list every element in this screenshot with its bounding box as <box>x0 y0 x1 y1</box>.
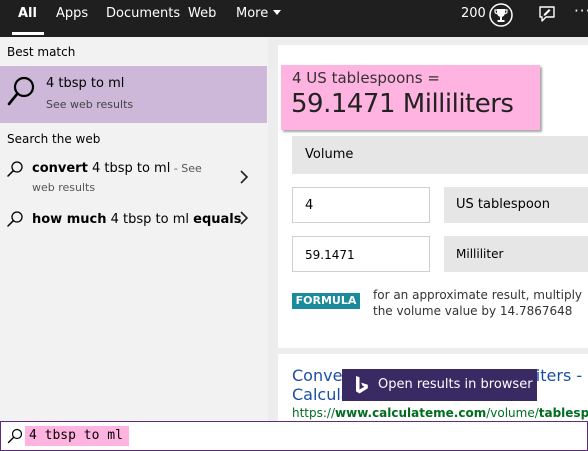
tab-web[interactable]: Web <box>188 0 216 37</box>
more-options-icon[interactable]: ··· <box>574 0 588 23</box>
chevron-right-icon[interactable] <box>239 211 249 225</box>
web-suggestion-item[interactable]: convert 4 tbsp to ml - See web results <box>0 158 267 198</box>
tab-documents[interactable]: Documents <box>106 0 180 37</box>
search-top-bar: All Apps Documents Web More 200 ··· <box>0 0 588 37</box>
to-value-input[interactable]: 59.1471 <box>292 236 430 272</box>
url-domain: www.calculateme.com <box>335 406 487 420</box>
best-match-item[interactable]: 4 tbsp to ml See web results <box>0 66 267 123</box>
best-match-subtitle: See web results <box>46 98 134 111</box>
suggestion-query-part: 4 tbsp to ml <box>87 161 171 176</box>
suggestion-bold-part: equals <box>193 212 242 227</box>
feedback-icon[interactable] <box>537 4 557 24</box>
url-path: /volume/ <box>486 406 539 420</box>
search-input[interactable]: 4 tbsp to ml <box>25 426 129 446</box>
search-icon <box>7 428 23 444</box>
formula-badge: FORMULA <box>292 293 360 309</box>
from-unit-dropdown[interactable]: US tablespoon <box>444 187 588 223</box>
best-match-title: 4 tbsp to ml <box>46 76 125 91</box>
search-icon <box>7 76 35 106</box>
trophy-icon[interactable] <box>489 3 513 27</box>
tab-more-label: More <box>236 6 269 21</box>
open-results-in-browser-button[interactable]: Open results in browser <box>342 369 537 401</box>
unit-converter-card: 4 US tablespoons = 59.1471 Milliliters V… <box>278 45 588 348</box>
suggestion-bold-part: how much <box>32 212 107 227</box>
search-the-web-header: Search the web <box>7 132 101 146</box>
results-list-panel: Best match 4 tbsp to ml See web results … <box>0 37 268 421</box>
search-icon <box>7 161 23 177</box>
rewards-points[interactable]: 200 <box>461 0 486 27</box>
url-prefix: https:// <box>292 406 336 420</box>
preview-panel: 4 US tablespoons = 59.1471 Milliliters V… <box>268 37 588 421</box>
best-match-header: Best match <box>7 45 76 59</box>
url-tail: tablespoo <box>538 406 588 420</box>
to-unit-dropdown[interactable]: Milliliter <box>444 236 588 272</box>
from-value-input[interactable]: 4 <box>292 187 430 223</box>
bing-icon <box>356 376 368 394</box>
search-icon <box>7 211 23 227</box>
tab-all[interactable]: All <box>12 0 44 37</box>
conversion-result-value: 59.1471 Milliliters <box>291 89 514 119</box>
web-suggestion-text: how much 4 tbsp to ml equals <box>32 210 241 229</box>
search-bar[interactable]: 4 tbsp to ml <box>0 421 588 451</box>
web-result-url[interactable]: https://www.calculateme.com/volume/table… <box>292 406 588 420</box>
chevron-down-icon <box>273 10 282 15</box>
tab-apps[interactable]: Apps <box>56 0 88 37</box>
formula-text: for an approximate result, multiply the … <box>373 288 582 318</box>
chevron-right-icon[interactable] <box>239 170 249 184</box>
conversion-result-label: 4 US tablespoons = <box>292 69 440 87</box>
suggestion-query-part: 4 tbsp to ml <box>106 212 194 227</box>
open-results-in-browser-label: Open results in browser <box>378 377 533 392</box>
suggestion-bold-part: convert <box>32 161 88 176</box>
tab-more[interactable]: More <box>236 0 282 37</box>
web-suggestion-item[interactable]: how much 4 tbsp to ml equals <box>0 208 267 232</box>
web-suggestion-text: convert 4 tbsp to ml - See web results <box>32 159 222 197</box>
unit-type-dropdown[interactable]: Volume <box>292 136 588 174</box>
conversion-result: 4 US tablespoons = 59.1471 Milliliters <box>281 65 540 130</box>
